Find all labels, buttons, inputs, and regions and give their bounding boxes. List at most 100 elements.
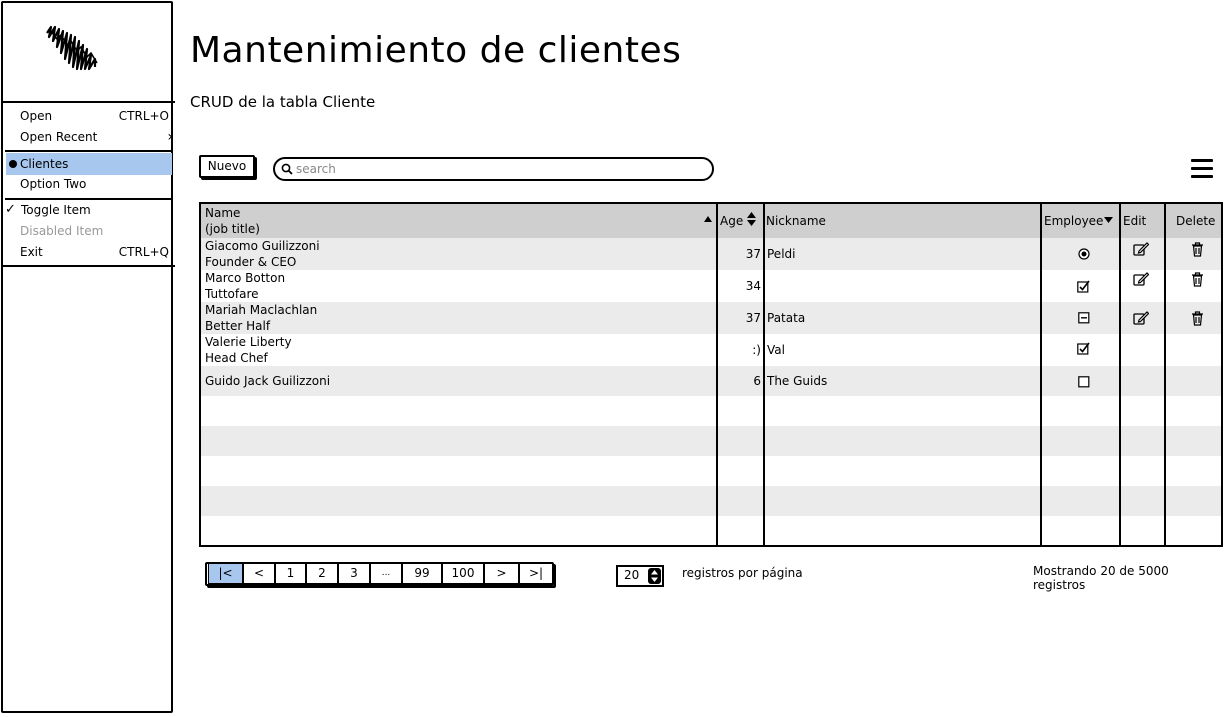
table-row-empty (201, 396, 1221, 426)
table-row[interactable]: Guido Jack Guilizzoni 6 The Guids (201, 366, 1221, 396)
col-delete-header: Delete (1176, 214, 1216, 228)
menu-item-disabled: Disabled Item (1, 220, 173, 242)
search-box (273, 157, 714, 181)
row-age: 6 (753, 374, 761, 388)
menu-item-label: Clientes (20, 157, 69, 171)
page-3-button[interactable]: 3 (338, 563, 370, 584)
row-nickname: Val (767, 343, 785, 357)
clients-table: Name (job title) Age Nickname Employee E… (199, 202, 1223, 547)
col-name-header[interactable]: Name (205, 205, 240, 221)
menu-divider (5, 150, 173, 152)
menu-item-label: Option Two (20, 177, 87, 191)
sort-asc-icon[interactable] (704, 216, 712, 222)
trash-icon[interactable] (1191, 311, 1204, 326)
page-last-button[interactable]: >| (519, 563, 553, 584)
menu-item-label: Toggle Item (21, 203, 91, 217)
hamburger-icon[interactable] (1191, 159, 1213, 179)
table-row-empty (201, 486, 1221, 516)
menu-item-label: Open Recent (20, 130, 98, 144)
row-name: Marco Botton (205, 271, 286, 285)
table-row[interactable]: Giacomo Guilizzoni Founder & CEO 37 Peld… (201, 238, 1221, 270)
column-divider (1040, 204, 1042, 545)
column-divider (1119, 204, 1121, 545)
col-nickname-header[interactable]: Nickname (766, 213, 826, 229)
trash-icon[interactable] (1191, 242, 1204, 257)
page-next-button[interactable]: > (484, 563, 519, 584)
checkbox-checked-icon[interactable] (1077, 280, 1090, 293)
table-row[interactable]: Valerie Liberty Head Chef :) Val (201, 334, 1221, 366)
edit-icon[interactable] (1133, 311, 1149, 325)
page-first-button[interactable]: |< (208, 563, 243, 584)
col-job-header: (job title) (205, 222, 260, 236)
selected-bullet-icon (9, 160, 17, 168)
edit-icon[interactable] (1133, 242, 1149, 256)
col-employee-header[interactable]: Employee (1044, 213, 1103, 229)
column-divider (1164, 204, 1166, 545)
logo-area (1, 1, 175, 103)
row-name: Giacomo Guilizzoni (205, 239, 320, 253)
spinner-icon[interactable] (648, 568, 661, 584)
new-button[interactable]: Nuevo (199, 155, 255, 178)
sort-both-icon[interactable] (747, 212, 756, 226)
row-name: Valerie Liberty (205, 335, 292, 349)
dropdown-arrow-icon[interactable] (1104, 217, 1113, 223)
menu-item-open-recent[interactable]: Open Recent › (1, 126, 173, 148)
per-page-value: 20 (624, 568, 640, 582)
page-1-button[interactable]: 1 (275, 563, 306, 584)
table-row[interactable]: Mariah Maclachlan Better Half 37 Patata (201, 302, 1221, 334)
trash-icon[interactable] (1191, 272, 1204, 287)
page-title: Mantenimiento de clientes (190, 30, 682, 71)
menu-item-label: Disabled Item (20, 224, 104, 238)
column-divider (763, 204, 765, 545)
table-row[interactable]: Marco Botton Tuttofare 34 (201, 270, 1221, 302)
row-job: Founder & CEO (205, 255, 297, 269)
row-job: Head Chef (205, 351, 268, 365)
page-prev-button[interactable]: < (243, 563, 275, 584)
chevron-right-icon: › (167, 129, 173, 145)
row-job: Tuttofare (205, 287, 259, 301)
row-age: 37 (745, 311, 761, 325)
row-age: :) (752, 343, 761, 357)
row-age: 34 (745, 279, 761, 293)
checkbox-unchecked-icon[interactable] (1078, 376, 1090, 388)
search-input[interactable] (296, 161, 696, 177)
column-divider (716, 204, 718, 545)
radio-selected-icon[interactable] (1078, 248, 1090, 260)
row-name: Guido Jack Guilizzoni (205, 374, 331, 388)
search-icon (281, 163, 293, 175)
menu-item-option-two[interactable]: Option Two (1, 173, 173, 195)
menu-item-toggle[interactable]: ✓ Toggle Item (1, 199, 173, 221)
edit-icon[interactable] (1133, 272, 1149, 286)
checkbox-checked-icon[interactable] (1077, 342, 1090, 355)
sidebar-menu: Open CTRL+O Open Recent › Clientes Optio… (1, 103, 175, 267)
page-subtitle: CRUD de la tabla Cliente (190, 93, 376, 111)
table-row-empty (201, 426, 1221, 456)
checkmark-icon: ✓ (5, 202, 16, 217)
row-age: 37 (745, 247, 761, 261)
page-99-button[interactable]: 99 (402, 563, 442, 584)
checkbox-indeterminate-icon[interactable] (1078, 312, 1090, 324)
row-job: Better Half (205, 319, 271, 333)
page-100-button[interactable]: 100 (442, 563, 484, 584)
col-age-header[interactable]: Age (720, 213, 743, 229)
menu-shortcut: CTRL+Q (118, 245, 169, 259)
menu-item-exit[interactable]: Exit CTRL+Q (1, 241, 173, 263)
logo-icon (46, 25, 98, 71)
menu-item-label: Exit (20, 245, 43, 259)
row-nickname: Peldi (767, 247, 796, 261)
per-page-label: registros por página (682, 566, 803, 580)
row-nickname: The Guids (767, 374, 828, 388)
table-row-empty (201, 456, 1221, 486)
menu-item-label: Open (20, 109, 53, 123)
menu-shortcut: CTRL+O (118, 109, 169, 123)
table-header: Name (job title) Age Nickname Employee E… (201, 204, 1221, 238)
row-nickname: Patata (767, 311, 806, 325)
row-name: Mariah Maclachlan (205, 303, 318, 317)
page-ellipsis: ... (370, 563, 402, 584)
col-edit-header: Edit (1123, 214, 1147, 228)
records-status: Mostrando 20 de 5000 registros (1033, 564, 1169, 592)
per-page-stepper[interactable]: 20 (616, 565, 664, 587)
page-2-button[interactable]: 2 (306, 563, 338, 584)
menu-item-clientes[interactable]: Clientes (6, 153, 172, 175)
menu-item-open[interactable]: Open CTRL+O (1, 105, 173, 127)
